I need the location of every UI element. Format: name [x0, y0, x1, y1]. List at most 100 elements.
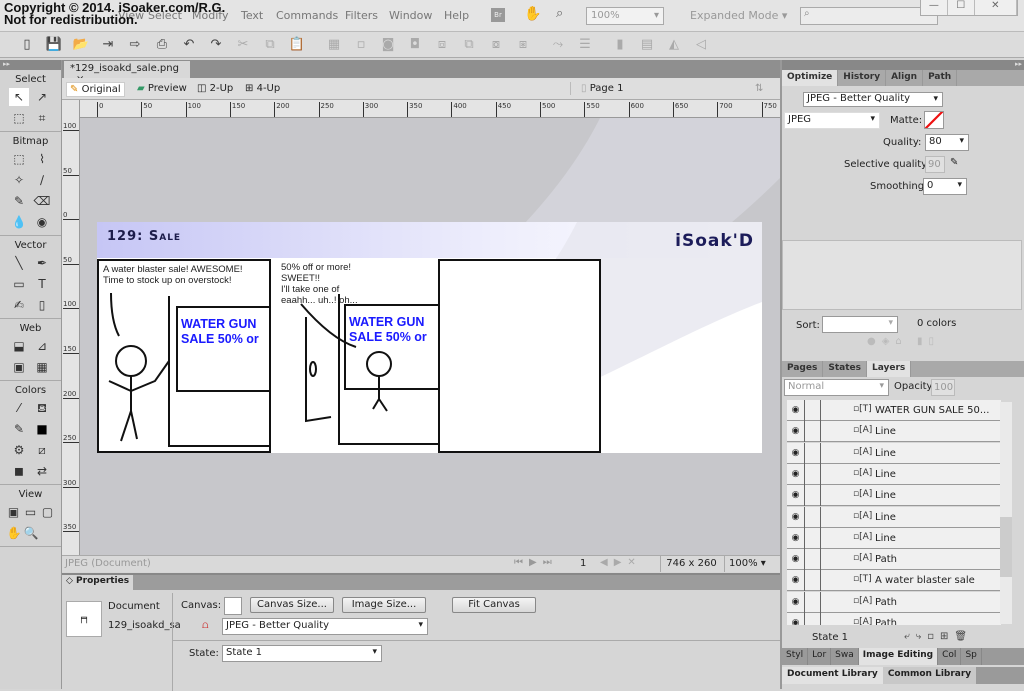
- layer-row[interactable]: ◉ ▫[A] Line: [787, 485, 1001, 507]
- forward-icon[interactable]: ⧇: [487, 36, 505, 54]
- tool-web-3-icon[interactable]: ▦: [32, 358, 52, 376]
- tool-bitmap-1-icon[interactable]: ⌇: [32, 150, 52, 168]
- tool-bitmap-4-icon[interactable]: ✎: [9, 192, 29, 210]
- tool-vector-0-icon[interactable]: ╲: [9, 254, 29, 272]
- menu-window[interactable]: Window: [389, 9, 432, 22]
- playback-controls[interactable]: ⏮▶⏭: [514, 557, 558, 568]
- comic-image[interactable]: 129: Sale iSoak'D A water blaster sale! …: [97, 222, 762, 453]
- layer-row[interactable]: ◉ ▫[A] Line: [787, 421, 1001, 443]
- tool-bitmap-6-icon[interactable]: 💧: [9, 213, 29, 231]
- eye-icon[interactable]: ◉: [787, 442, 805, 464]
- copy-icon[interactable]: ⧉: [261, 36, 279, 54]
- eye-icon[interactable]: ◉: [787, 485, 805, 507]
- backward-icon[interactable]: ⧆: [514, 36, 532, 54]
- quality-input[interactable]: 80: [925, 134, 969, 151]
- eye-icon[interactable]: ◉: [787, 549, 805, 571]
- open-icon[interactable]: 📂: [72, 36, 90, 54]
- lock-toggle[interactable]: [805, 591, 821, 613]
- lock-toggle[interactable]: [805, 613, 821, 625]
- bottom-tab[interactable]: Swa: [831, 648, 859, 665]
- bottom-tab[interactable]: Sp: [961, 648, 982, 665]
- lock-toggle[interactable]: [805, 400, 821, 421]
- tab-layers[interactable]: Layers: [866, 361, 912, 377]
- tab-document-library[interactable]: Document Library: [782, 667, 883, 684]
- page-select[interactable]: ▯ Page 1: [570, 82, 626, 95]
- lock-toggle[interactable]: [805, 506, 821, 528]
- minimize-button[interactable]: —: [921, 0, 948, 15]
- tool-select-0-icon[interactable]: ↖: [9, 88, 29, 106]
- blend-mode-select[interactable]: Normal: [784, 379, 889, 396]
- image-size-button[interactable]: Image Size...: [342, 597, 426, 613]
- eye-icon[interactable]: ◉: [787, 527, 805, 549]
- tool-colors-4-icon[interactable]: ⚙: [9, 441, 29, 459]
- lock-toggle[interactable]: [805, 463, 821, 485]
- tool-view-0-icon[interactable]: ▣: [7, 503, 21, 521]
- eye-icon[interactable]: ◉: [787, 591, 805, 613]
- bottom-tab[interactable]: Col: [938, 648, 962, 665]
- tab-history[interactable]: History: [838, 70, 887, 86]
- flip-icon[interactable]: ▮: [611, 36, 629, 54]
- tab-4up[interactable]: ⊞ 4-Up: [242, 82, 283, 95]
- rotate-icon[interactable]: ⤳: [549, 36, 567, 54]
- layer-row[interactable]: ◉ ▫[A] Line: [787, 463, 1001, 485]
- tool-web-1-icon[interactable]: ⊿: [32, 337, 52, 355]
- tool-bitmap-0-icon[interactable]: ⬚: [9, 150, 29, 168]
- eye-icon[interactable]: ◉: [787, 570, 805, 592]
- lock-toggle[interactable]: [805, 485, 821, 507]
- tool-colors-6-icon[interactable]: ◼: [9, 462, 29, 480]
- tool-view-1-icon[interactable]: ▭: [24, 503, 38, 521]
- save-icon[interactable]: 💾: [45, 36, 63, 54]
- flip-vertical-icon[interactable]: ◁: [692, 36, 710, 54]
- edit-icon[interactable]: ✎: [950, 157, 958, 168]
- eye-icon[interactable]: ◉: [787, 506, 805, 528]
- send-back-icon[interactable]: ⧉: [460, 36, 478, 54]
- tool-colors-7-icon[interactable]: ⇄: [32, 462, 52, 480]
- state-select[interactable]: State 1: [222, 645, 382, 662]
- tool-vector-5-icon[interactable]: ▯: [32, 296, 52, 314]
- color-table-icons[interactable]: ●◈⌂ ▮▯: [867, 336, 940, 347]
- tool-colors-2-icon[interactable]: ✎: [9, 420, 29, 438]
- tool-vector-1-icon[interactable]: ✒: [32, 254, 52, 272]
- menu-filters[interactable]: Filters: [345, 9, 378, 22]
- page-nav-icon[interactable]: ⇅: [752, 82, 766, 95]
- layers-scrollbar[interactable]: [1000, 402, 1012, 624]
- tool-vector-4-icon[interactable]: ✍: [9, 296, 29, 314]
- group-icon[interactable]: ▦: [325, 36, 343, 54]
- zoom-icon[interactable]: ⌕: [556, 6, 563, 21]
- tool-bitmap-7-icon[interactable]: ◉: [32, 213, 52, 231]
- tool-colors-0-icon[interactable]: ⁄: [9, 399, 29, 417]
- tab-align[interactable]: Align: [886, 70, 924, 86]
- split-icon[interactable]: ◘: [406, 36, 424, 54]
- lock-toggle[interactable]: [805, 421, 821, 443]
- panel-collapse[interactable]: ▸▸: [0, 60, 61, 70]
- opacity-input[interactable]: 100: [931, 379, 955, 396]
- properties-tab[interactable]: ◇ Properties: [62, 575, 134, 590]
- layer-row[interactable]: ◉ ▫[A] Path: [787, 591, 1001, 613]
- frame-nav-icons[interactable]: ◀▶✕: [600, 557, 642, 568]
- tab-original[interactable]: ✎ Original: [66, 82, 125, 97]
- tab-path[interactable]: Path: [923, 70, 958, 86]
- undo-icon[interactable]: ↶: [180, 36, 198, 54]
- tool-web-2-icon[interactable]: ▣: [9, 358, 29, 376]
- tab-states[interactable]: States: [823, 361, 867, 377]
- bridge-icon[interactable]: Br: [491, 8, 505, 22]
- format-select[interactable]: JPEG: [784, 112, 880, 129]
- sort-select[interactable]: [822, 316, 898, 333]
- paste-icon[interactable]: 📋: [288, 36, 306, 54]
- join-icon[interactable]: ◙: [379, 36, 397, 54]
- flip-horizontal-icon[interactable]: ◭: [665, 36, 683, 54]
- import-icon[interactable]: ⇥: [99, 36, 117, 54]
- tool-view-3-icon[interactable]: ✋: [7, 524, 22, 542]
- tool-colors-5-icon[interactable]: ⧄: [32, 441, 52, 459]
- layer-row[interactable]: ◉ ▫[T] WATER GUN SALE 50...: [787, 400, 1001, 421]
- layer-row[interactable]: ◉ ▫[A] Line: [787, 506, 1001, 528]
- tab-2up[interactable]: ◫ 2-Up: [194, 82, 236, 95]
- tab-pages[interactable]: Pages: [782, 361, 824, 377]
- tool-select-1-icon[interactable]: ↗: [32, 88, 52, 106]
- tool-colors-1-icon[interactable]: ⛾: [32, 399, 52, 417]
- status-zoom[interactable]: 100% ▾: [724, 556, 780, 572]
- cut-icon[interactable]: ✂: [234, 36, 252, 54]
- bottom-tab[interactable]: Lor: [808, 648, 832, 665]
- matte-swatch[interactable]: [924, 111, 944, 129]
- distort-icon[interactable]: ▤: [638, 36, 656, 54]
